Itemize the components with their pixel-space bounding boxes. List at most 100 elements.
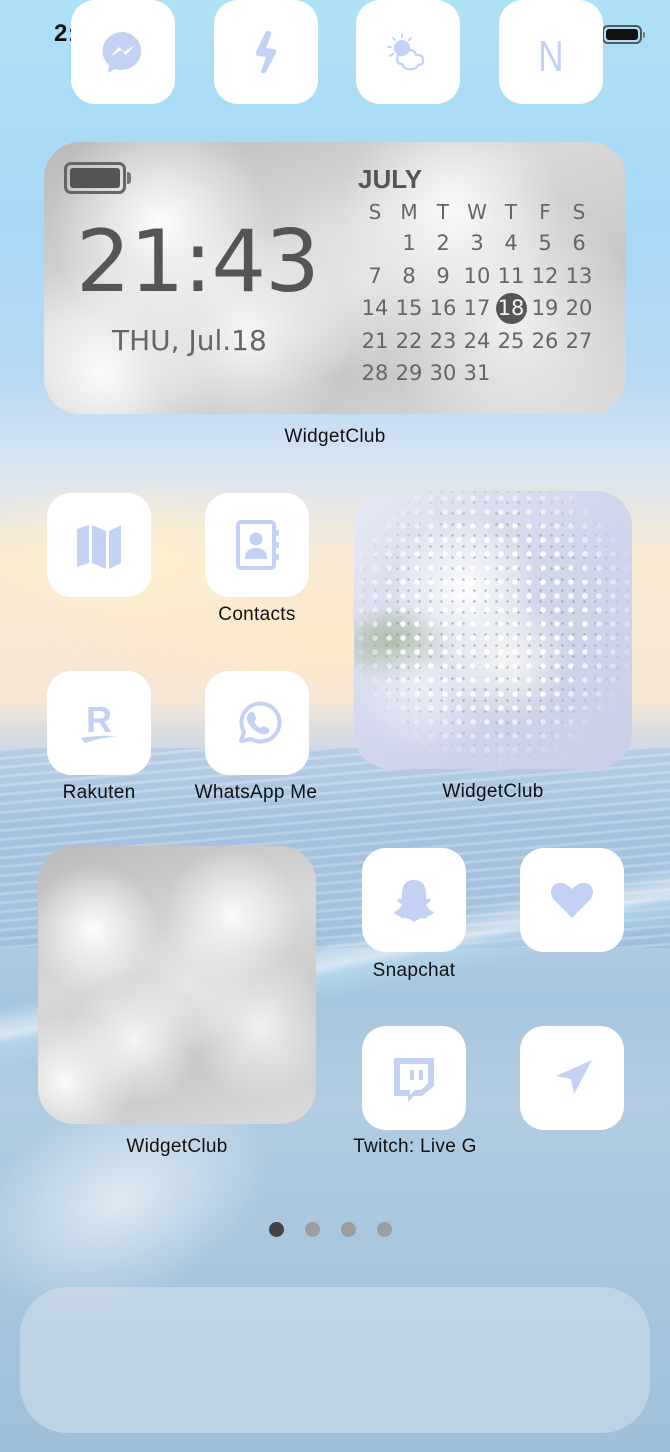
calendar-day-number: 10: [463, 263, 491, 288]
calendar-day: 30: [426, 357, 460, 390]
page-indicator[interactable]: [0, 1222, 670, 1237]
calendar-day: 20: [562, 292, 596, 325]
app-label-contacts: Contacts: [218, 604, 296, 625]
widget-clock-time: 21:43: [76, 212, 320, 312]
calendar-day: 17: [460, 292, 494, 325]
svg-text:R: R: [86, 699, 112, 740]
calendar-day-number: 2: [436, 231, 450, 256]
calendar: JULY S M T W T F S 1 2 3 4 5 6 7 8 9 10 11 12 13 14 15 16 17 18 1…: [358, 164, 598, 390]
calendar-day-number: 21: [361, 328, 389, 353]
calendar-day: 15: [392, 292, 426, 325]
page-dot-4[interactable]: [376, 1222, 392, 1237]
calendar-day: 21: [358, 325, 392, 358]
calendar-weekday: M: [400, 200, 418, 224]
page-dot-2[interactable]: [304, 1222, 320, 1237]
calendar-day-number: 14: [361, 296, 389, 321]
contacts-book-icon: [236, 520, 279, 570]
calendar-day-number: 26: [531, 328, 559, 353]
calendar-day-number: 20: [565, 296, 593, 321]
calendar-day-number: 12: [531, 263, 559, 288]
calendar-day-number: 11: [497, 263, 525, 288]
calendar-day-number: 18: [495, 292, 527, 324]
dock-app-weather[interactable]: [356, 0, 460, 104]
calendar-day-number: 6: [572, 231, 586, 256]
calendar-day-number: 19: [531, 296, 559, 321]
calendar-day: 24: [460, 325, 494, 358]
twitch-icon: [394, 1058, 434, 1102]
app-whatsapp[interactable]: [205, 671, 309, 775]
calendar-weekday: T: [504, 200, 518, 224]
app-health[interactable]: [520, 848, 624, 952]
calendar-day-number: 1: [402, 231, 416, 256]
flowers-photo: [354, 491, 632, 769]
calendar-day: 7: [358, 260, 392, 293]
calendar-day-number: 4: [504, 231, 518, 256]
battery-full-icon: [602, 24, 645, 44]
calendar-day: 27: [562, 325, 596, 358]
calendar-day: 8: [392, 260, 426, 293]
calendar-day-number: 15: [395, 296, 423, 321]
page-dot-3[interactable]: [340, 1222, 356, 1237]
messenger-icon: [102, 31, 142, 74]
app-navigation[interactable]: [520, 1026, 624, 1130]
app-snapchat[interactable]: [362, 848, 466, 952]
calendar-day-number: 22: [395, 328, 423, 353]
letter-n-icon: N: [538, 32, 563, 80]
battery-icon: [64, 162, 131, 194]
calendar-day-number: 13: [565, 263, 593, 288]
calendar-day: 31: [460, 357, 494, 390]
calendar-day-number: 31: [463, 361, 491, 386]
calendar-day: 13: [562, 260, 596, 293]
calendar-day-number: 7: [368, 263, 382, 288]
app-maps[interactable]: [47, 493, 151, 597]
calendar-day-number: 5: [538, 231, 552, 256]
svg-text:N: N: [538, 32, 563, 80]
calendar-weekday: W: [467, 200, 487, 224]
rakuten-r-icon: R: [81, 699, 117, 743]
app-contacts[interactable]: [205, 493, 309, 597]
photo-widget-flowers-label: WidgetClub: [442, 781, 544, 802]
calendar-day: 10: [460, 260, 494, 293]
app-label-snapchat: Snapchat: [372, 960, 456, 981]
calendar-day-number: 16: [429, 296, 457, 321]
location-arrow-icon: [556, 1060, 592, 1094]
calendar-weekday: F: [539, 200, 551, 224]
calendar-day: 3: [460, 227, 494, 260]
clock-calendar-widget-label: WidgetClub: [284, 426, 386, 447]
calendar-day: 5: [528, 227, 562, 260]
heart-icon: [551, 882, 593, 918]
dock-app-netflix[interactable]: N: [499, 0, 603, 104]
calendar-day-number: 25: [497, 328, 525, 353]
page-dot-1[interactable]: [268, 1222, 284, 1237]
calendar-day: 16: [426, 292, 460, 325]
calendar-day: 2: [426, 227, 460, 260]
snapchat-ghost-icon: [394, 880, 434, 922]
calendar-day: 9: [426, 260, 460, 293]
calendar-month: JULY: [358, 164, 423, 194]
calendar-day: 1: [392, 227, 426, 260]
calendar-day: 12: [528, 260, 562, 293]
calendar-weekday: S: [572, 200, 586, 224]
calendar-day-number: 23: [429, 328, 457, 353]
calendar-day: 29: [392, 357, 426, 390]
clock-calendar-widget[interactable]: 21:43 THU, Jul.18 JULY SMTWTFS1234567891…: [44, 142, 626, 414]
dock-app-messenger[interactable]: [71, 0, 175, 104]
dock-app-flash[interactable]: [214, 0, 318, 104]
calendar-day: 23: [426, 325, 460, 358]
calendar-day-number: 8: [402, 263, 416, 288]
map-icon: [77, 525, 121, 569]
calendar-blank: [358, 227, 392, 260]
widget-clock-date: THU, Jul.18: [112, 324, 267, 357]
calendar-day: 26: [528, 325, 562, 358]
app-label-twitch: Twitch: Live G: [353, 1136, 477, 1157]
photo-widget-clouds[interactable]: [38, 846, 316, 1124]
photo-widget-flowers[interactable]: [354, 491, 632, 769]
calendar-day: 14: [358, 292, 392, 325]
calendar-day-number: 30: [429, 361, 457, 386]
app-rakuten[interactable]: R: [47, 671, 151, 775]
calendar-day: 6: [562, 227, 596, 260]
calendar-day-number: 28: [361, 361, 389, 386]
app-twitch[interactable]: [362, 1026, 466, 1130]
calendar-day-number: 24: [463, 328, 491, 353]
calendar-grid: S M T W T F S 1 2 3 4 5 6 7 8 9 10 11 12 13 14 15 16 17 18 19 20 21…: [358, 197, 598, 390]
